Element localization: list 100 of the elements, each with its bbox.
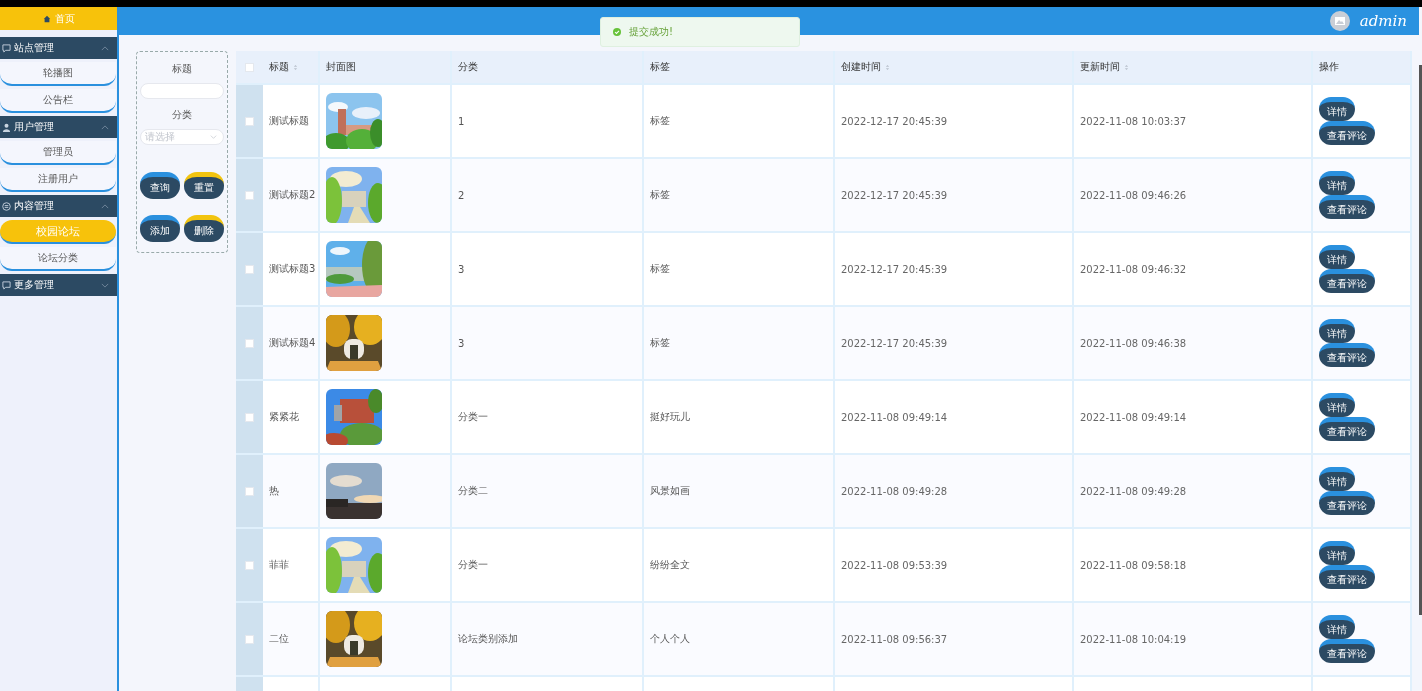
sort-icon[interactable]	[885, 63, 890, 71]
column-header[interactable]: 更新时间	[1080, 60, 1120, 74]
caret-up-icon	[101, 203, 109, 209]
table-cell: 分类一	[458, 558, 488, 572]
table-cell: 2022-11-08 09:49:28	[1080, 485, 1187, 497]
table-cell: 热	[269, 484, 279, 498]
chat-icon	[2, 43, 11, 53]
menu-group-header[interactable]: 更多管理	[0, 274, 117, 296]
table-cell: 菲菲	[269, 558, 289, 572]
action-button[interactable]: 查看评论	[1319, 121, 1375, 145]
caret-up-icon	[101, 45, 109, 51]
menu-item[interactable]: 轮播图	[0, 62, 116, 86]
table-cell: 论坛类别添加	[458, 632, 518, 646]
checkbox[interactable]	[245, 338, 254, 348]
checkbox[interactable]	[245, 264, 254, 274]
checkbox[interactable]	[245, 190, 254, 200]
action-button[interactable]: 详情	[1319, 245, 1355, 269]
column-header: 封面图	[326, 60, 356, 74]
action-button[interactable]: 查看评论	[1319, 417, 1375, 441]
table-cell: 2022-11-08 09:46:32	[1080, 263, 1187, 275]
table-cell: 纷纷全文	[650, 558, 690, 572]
table-cell: 测试标题4	[269, 336, 316, 350]
table-cell: 2022-11-08 09:53:39	[841, 559, 948, 571]
table-cell: 分类二	[458, 484, 488, 498]
table-cell: 标签	[650, 262, 670, 276]
action-button[interactable]: 查看评论	[1319, 565, 1375, 589]
caret-up-icon	[101, 124, 109, 130]
column-header: 操作	[1319, 60, 1339, 74]
table-cell: 1	[458, 115, 465, 127]
table-cell: 2022-12-17 20:45:39	[841, 115, 948, 127]
table-cell: 2022-11-08 09:56:37	[841, 633, 948, 645]
table-cell: 紧紧花	[269, 410, 299, 424]
table-cell: 2022-11-08 10:03:37	[1080, 115, 1187, 127]
action-button[interactable]: 查看评论	[1319, 269, 1375, 293]
action-button[interactable]: 查看评论	[1319, 491, 1375, 515]
avatar-icon[interactable]	[1329, 11, 1350, 31]
person-icon	[2, 122, 11, 132]
caret-down-icon	[101, 282, 109, 288]
action-button[interactable]: 查看评论	[1319, 343, 1375, 367]
chat-icon	[2, 280, 11, 290]
check-circle-icon	[613, 28, 621, 36]
table-cell: 分类一	[458, 410, 488, 424]
table-cell: 标签	[650, 188, 670, 202]
list-circle-icon	[2, 201, 11, 211]
action-button[interactable]: 详情	[1319, 393, 1355, 417]
menu-item[interactable]: 管理员	[0, 141, 116, 165]
table-cell: 测试标题	[269, 114, 309, 128]
checkbox[interactable]	[245, 62, 254, 72]
action-button[interactable]: 详情	[1319, 541, 1355, 565]
action-button[interactable]: 查询	[140, 172, 180, 199]
action-button[interactable]: 添加	[140, 215, 180, 242]
checkbox[interactable]	[245, 116, 254, 126]
sort-icon[interactable]	[293, 63, 298, 71]
action-button[interactable]: 详情	[1319, 171, 1355, 195]
table-cell: 标签	[650, 336, 670, 350]
action-button[interactable]: 详情	[1319, 319, 1355, 343]
checkbox[interactable]	[245, 486, 254, 496]
action-button[interactable]: 详情	[1319, 97, 1355, 121]
field-label: 标题	[172, 62, 192, 76]
table-cell: 2022-12-17 20:45:39	[841, 263, 948, 275]
action-button[interactable]: 详情	[1319, 467, 1355, 491]
field-label: 分类	[172, 108, 192, 122]
table-cell: 2022-11-08 09:58:18	[1080, 559, 1187, 571]
column-header: 标签	[650, 60, 670, 74]
action-button[interactable]: 删除	[184, 215, 224, 242]
action-button[interactable]: 查看评论	[1319, 639, 1375, 663]
menu-item[interactable]: 公告栏	[0, 89, 116, 113]
text-input[interactable]	[140, 83, 224, 99]
menu-item[interactable]: 论坛分类	[0, 247, 116, 271]
column-header: 分类	[458, 60, 478, 74]
action-button[interactable]: 重置	[184, 172, 224, 199]
menu-item[interactable]: 注册用户	[0, 168, 116, 192]
table-cell: 2022-11-08 09:49:14	[1080, 411, 1187, 423]
table-cell: 2022-11-08 09:46:26	[1080, 189, 1187, 201]
table-cell: 二位	[269, 632, 289, 646]
table-cell: 测试标题2	[269, 188, 316, 202]
table-cell: 个人个人	[650, 632, 690, 646]
action-button[interactable]: 详情	[1319, 615, 1355, 639]
menu-group-header[interactable]: 用户管理	[0, 116, 117, 138]
column-header[interactable]: 标题	[269, 60, 289, 74]
table-cell: 2022-12-17 20:45:39	[841, 337, 948, 349]
table-cell: 2022-11-08 09:49:28	[841, 485, 948, 497]
table-cell: 风景如画	[650, 484, 690, 498]
action-button[interactable]: 查看评论	[1319, 195, 1375, 219]
checkbox[interactable]	[245, 412, 254, 422]
checkbox[interactable]	[245, 634, 254, 644]
menu-group-header[interactable]: 站点管理	[0, 37, 117, 59]
table-cell: 2022-12-17 20:45:39	[841, 189, 948, 201]
sort-icon[interactable]	[1124, 63, 1129, 71]
checkbox[interactable]	[245, 560, 254, 570]
table-cell: 2022-11-08 10:04:19	[1080, 633, 1187, 645]
table-cell: 2022-11-08 09:49:14	[841, 411, 948, 423]
table-cell: 2022-11-08 09:46:38	[1080, 337, 1187, 349]
table-cell: 标签	[650, 114, 670, 128]
menu-group-header[interactable]: 内容管理	[0, 195, 117, 217]
table-cell: 挺好玩儿	[650, 410, 690, 424]
table-cell: 3	[458, 263, 465, 275]
house-icon	[42, 14, 51, 23]
table-cell: 2	[458, 189, 465, 201]
column-header[interactable]: 创建时间	[841, 60, 881, 74]
